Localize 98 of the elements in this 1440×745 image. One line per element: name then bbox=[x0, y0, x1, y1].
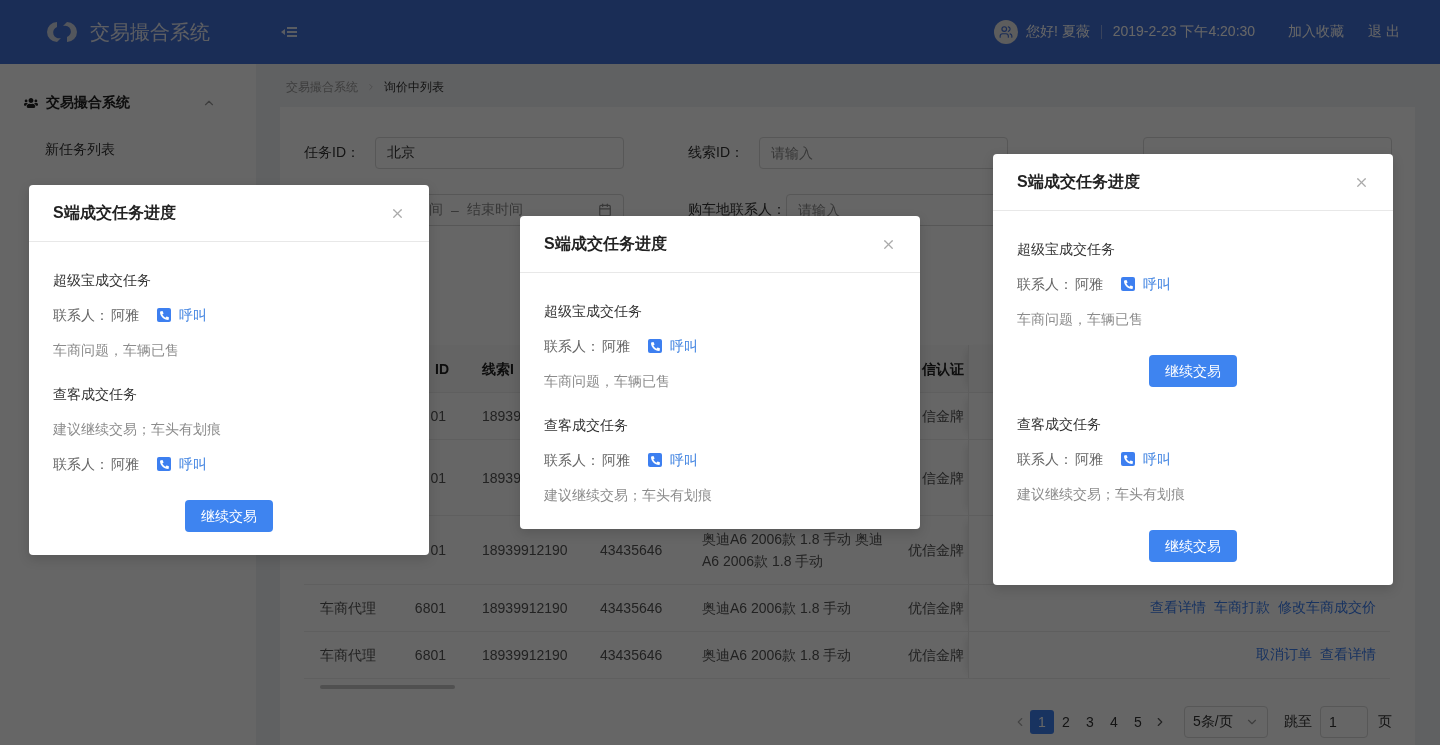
action-link[interactable]: 取消订单 bbox=[1256, 646, 1312, 664]
section-heading: 超级宝成交任务 bbox=[53, 271, 151, 290]
continue-button[interactable]: 继续交易 bbox=[185, 500, 273, 532]
contact-name: 阿雅 bbox=[602, 337, 630, 356]
continue-button[interactable]: 继续交易 bbox=[1149, 355, 1237, 387]
table-cell-text: 18939912190 bbox=[482, 646, 568, 665]
contact-label: 联系人： bbox=[53, 306, 109, 325]
datetime-text: 2019-2-23 下午4:20:30 bbox=[1112, 23, 1256, 41]
page-number[interactable]: 2 bbox=[1054, 710, 1078, 734]
dialog-title: S端成交任务进度 bbox=[1017, 171, 1140, 192]
note-text: 车商问题，车辆已售 bbox=[1017, 310, 1143, 329]
dialog-title: S端成交任务进度 bbox=[544, 233, 667, 254]
table-cell-text: 01 bbox=[430, 407, 446, 426]
contact-name: 阿雅 bbox=[111, 455, 139, 474]
phone-icon bbox=[648, 339, 662, 353]
phone-icon bbox=[1121, 452, 1135, 466]
menu-group[interactable]: 交易撮合系统 bbox=[0, 78, 256, 128]
page-number[interactable]: 5 bbox=[1126, 710, 1150, 734]
section-heading: 查客成交任务 bbox=[1017, 415, 1101, 434]
table-cell-text: 优信金牌 bbox=[908, 599, 964, 618]
page-suffix: 页 bbox=[1378, 713, 1392, 731]
contact-name: 阿雅 bbox=[1075, 450, 1103, 469]
contact-name: 阿雅 bbox=[111, 306, 139, 325]
action-link[interactable]: 修改车商成交价 bbox=[1278, 599, 1376, 617]
app-title: 交易撮合系统 bbox=[90, 19, 210, 45]
input-field[interactable]: 北京 bbox=[375, 137, 624, 169]
call-link[interactable]: 呼叫 bbox=[1121, 273, 1171, 295]
table-cell-text: 奥迪A6 2006款 1.8 手动 bbox=[702, 646, 852, 665]
contact-name: 阿雅 bbox=[602, 451, 630, 470]
phone-icon bbox=[648, 453, 662, 467]
table-cell-text: 信金牌 bbox=[922, 468, 964, 488]
note-text: 建议继续交易；车头有划痕 bbox=[53, 420, 221, 439]
continue-button[interactable]: 继续交易 bbox=[1149, 530, 1237, 562]
page-size-select[interactable]: 5条/页 bbox=[1184, 706, 1268, 738]
table-cell-text: 信金牌 bbox=[922, 407, 964, 426]
field-label: 线索ID： bbox=[688, 144, 745, 162]
phone-icon bbox=[157, 457, 171, 471]
contact-name: 阿雅 bbox=[1075, 275, 1103, 294]
calendar-icon bbox=[598, 203, 612, 217]
header-link[interactable]: 退 出 bbox=[1368, 23, 1400, 41]
table-cell-text: 18939912190 bbox=[482, 599, 568, 618]
table-cell-text: 18939912190 bbox=[482, 541, 568, 560]
call-link[interactable]: 呼叫 bbox=[1121, 448, 1171, 470]
section-heading: 超级宝成交任务 bbox=[544, 302, 642, 321]
contact-label: 联系人： bbox=[544, 451, 600, 470]
note-text: 车商问题，车辆已售 bbox=[544, 372, 670, 391]
contact-label: 联系人： bbox=[1017, 275, 1073, 294]
section-heading: 查客成交任务 bbox=[53, 385, 137, 404]
contact-label: 联系人： bbox=[1017, 450, 1073, 469]
dialog-title: S端成交任务进度 bbox=[53, 202, 176, 223]
page-number[interactable]: 3 bbox=[1078, 710, 1102, 734]
greeting-text: 您好! 夏薇 bbox=[1025, 23, 1090, 41]
menu-fold-icon[interactable] bbox=[281, 24, 297, 40]
breadcrumb-link[interactable]: 询价中列表 bbox=[384, 78, 444, 96]
header-link[interactable]: 加入收藏 bbox=[1288, 23, 1345, 41]
table-cell-text: 车商代理 bbox=[320, 646, 376, 665]
call-link[interactable]: 呼叫 bbox=[157, 304, 207, 326]
jump-input[interactable]: 1 bbox=[1320, 706, 1368, 738]
table-cell-text: 18939 bbox=[482, 407, 521, 426]
table-cell-text: 43435646 bbox=[600, 599, 663, 618]
column-header: ID bbox=[435, 359, 449, 379]
table-cell-text: 6801 bbox=[414, 599, 446, 618]
sidebar-item[interactable]: 新任务列表 bbox=[0, 128, 256, 172]
action-link[interactable]: 查看详情 bbox=[1320, 646, 1376, 664]
avatar-icon bbox=[993, 20, 1018, 44]
contact-label: 联系人： bbox=[53, 455, 109, 474]
page-number[interactable]: 1 bbox=[1030, 710, 1054, 734]
jump-label: 跳至 bbox=[1284, 713, 1312, 731]
phone-icon bbox=[1121, 277, 1135, 291]
section-heading: 超级宝成交任务 bbox=[1017, 240, 1115, 259]
table-cell-text: 01 bbox=[430, 541, 446, 560]
note-text: 车商问题，车辆已售 bbox=[53, 341, 179, 360]
phone-icon bbox=[157, 308, 171, 322]
table-cell-text: 车商代理 bbox=[320, 599, 376, 618]
table-cell-text: 优信金牌 bbox=[908, 646, 964, 665]
table-cell-text: 6801 bbox=[414, 646, 446, 665]
field-label: 任务ID： bbox=[304, 144, 361, 162]
field-label: 购车地联系人： bbox=[688, 201, 786, 219]
table-cell-text: 01 bbox=[430, 468, 446, 488]
action-link[interactable]: 查看详情 bbox=[1150, 599, 1206, 617]
note-text: 建议继续交易；车头有划痕 bbox=[544, 486, 712, 505]
table-cell-text: 43435646 bbox=[600, 541, 663, 560]
users-icon bbox=[24, 96, 38, 110]
call-link[interactable]: 呼叫 bbox=[157, 453, 207, 475]
column-header: 信认证 bbox=[922, 359, 964, 379]
table-cell-text: 奥迪A6 2006款 1.8 手动 奥迪A6 2006款 1.8 手动 bbox=[702, 530, 885, 571]
table-cell-text: 43435646 bbox=[600, 646, 663, 665]
call-link[interactable]: 呼叫 bbox=[648, 449, 698, 471]
table-cell-text: 优信金牌 bbox=[908, 541, 964, 560]
section-heading: 查客成交任务 bbox=[544, 416, 628, 435]
table-cell-text: 奥迪A6 2006款 1.8 手动 bbox=[702, 599, 852, 618]
page-number[interactable]: 4 bbox=[1102, 710, 1126, 734]
contact-label: 联系人： bbox=[544, 337, 600, 356]
column-header: 线索I bbox=[482, 359, 514, 379]
action-link[interactable]: 车商打款 bbox=[1214, 599, 1270, 617]
table-cell-text: 18939 bbox=[482, 468, 521, 488]
note-text: 建议继续交易；车头有划痕 bbox=[1017, 485, 1185, 504]
call-link[interactable]: 呼叫 bbox=[648, 335, 698, 357]
